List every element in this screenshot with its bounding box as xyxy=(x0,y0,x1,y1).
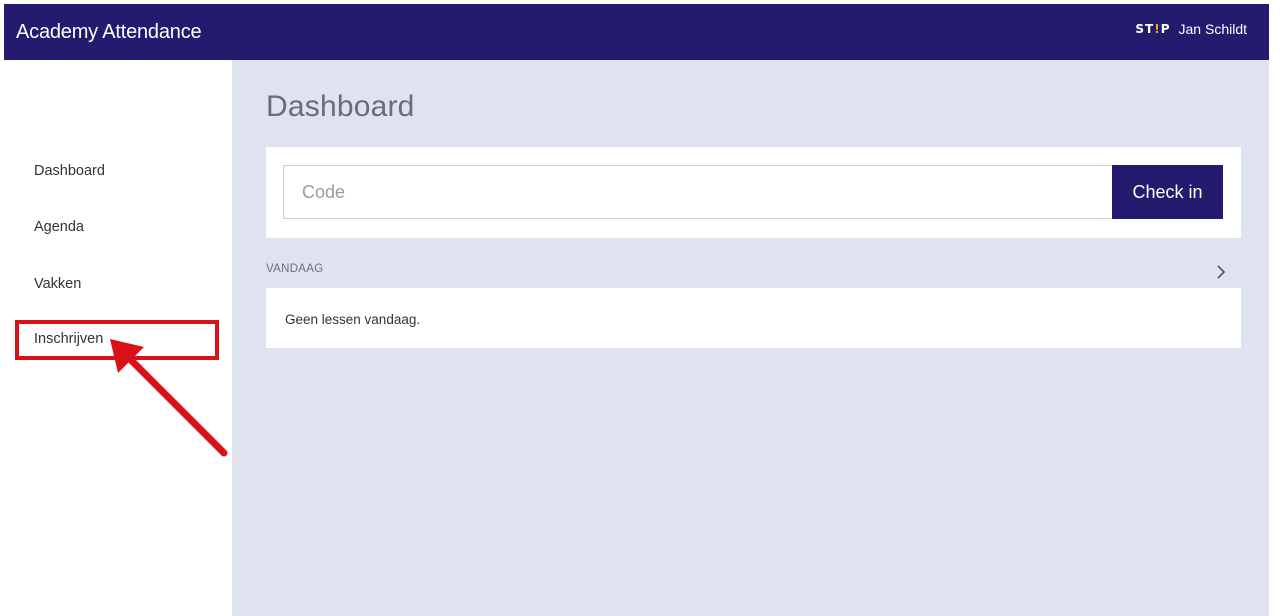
page-title: Dashboard xyxy=(266,90,415,123)
user-menu[interactable]: ST! P Jan Schildt xyxy=(1135,21,1247,37)
top-bar: Academy Attendance ST! P Jan Schildt xyxy=(4,4,1269,60)
user-name[interactable]: Jan Schildt xyxy=(1179,21,1247,37)
app-title[interactable]: Academy Attendance xyxy=(16,20,202,44)
stip-logo: ST! P xyxy=(1135,22,1170,36)
app-window: Academy Attendance ST! P Jan Schildt Dash… xyxy=(0,0,1283,616)
sidebar-item-dashboard[interactable]: Dashboard xyxy=(34,163,105,179)
sidebar-item-vakken[interactable]: Vakken xyxy=(34,276,81,292)
sidebar: Dashboard Agenda Vakken Inschrijven xyxy=(4,60,232,616)
lessons-card: Geen lessen vandaag. xyxy=(266,288,1241,348)
chevron-right-icon[interactable] xyxy=(1213,264,1229,280)
check-in-button[interactable]: Check in xyxy=(1112,165,1223,219)
logo-text-right: P xyxy=(1160,22,1171,36)
red-arrow-icon xyxy=(110,339,228,457)
sidebar-item-agenda[interactable]: Agenda xyxy=(34,219,84,235)
today-section-title: VANDAAG xyxy=(266,263,324,275)
checkin-card: Check in xyxy=(266,147,1241,238)
logo-text-left: ST xyxy=(1135,22,1155,36)
lessons-empty-message: Geen lessen vandaag. xyxy=(285,312,421,327)
today-section-header: VANDAAG xyxy=(266,262,1241,282)
main-content: Dashboard Check in VANDAAG Geen lessen v… xyxy=(232,60,1269,616)
code-input[interactable] xyxy=(283,165,1113,219)
